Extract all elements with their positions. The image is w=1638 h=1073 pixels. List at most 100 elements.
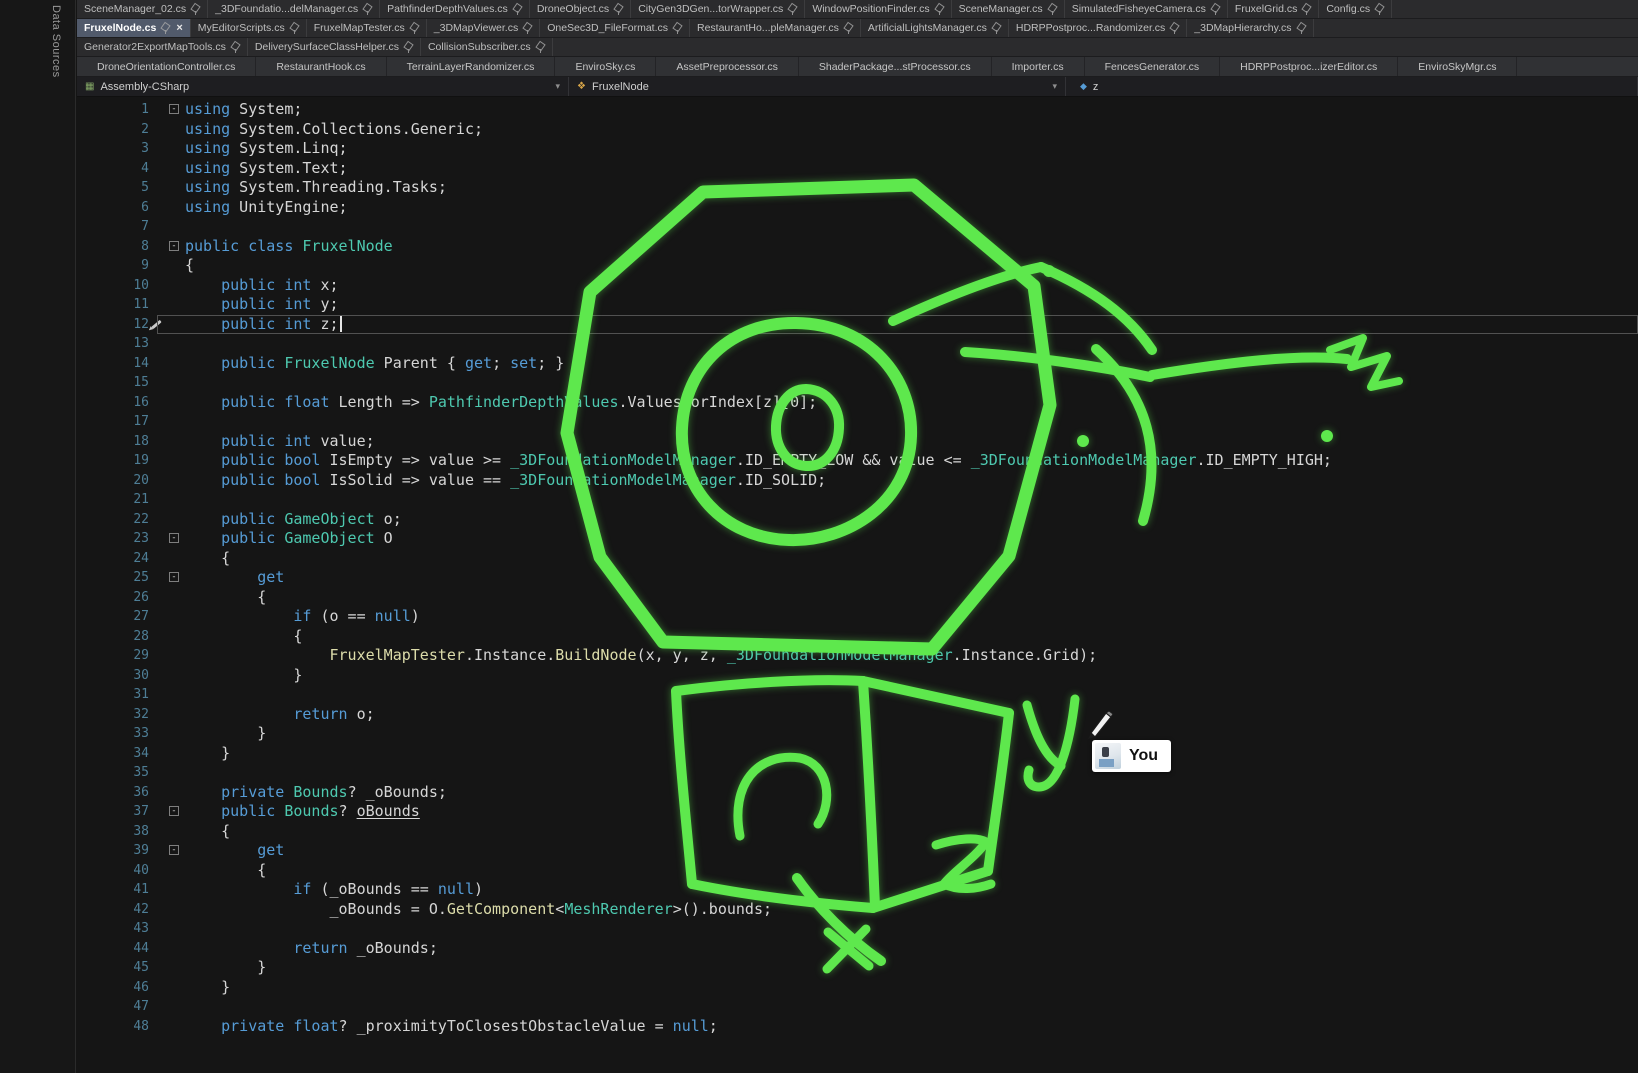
member-name: z: [1093, 81, 1099, 93]
pin-icon[interactable]: [935, 3, 944, 15]
tab-TerrainLayerRandomizer.cs[interactable]: TerrainLayerRandomizer.cs: [387, 57, 556, 76]
member-dropdown[interactable]: ◆ z: [1066, 77, 1638, 96]
code-editor[interactable]: 1-using System;2using System.Collections…: [77, 97, 1638, 1073]
code-line-16: 16 public float Length => PathfinderDept…: [77, 393, 1638, 413]
fold-column: [163, 724, 179, 744]
pin-icon[interactable]: [1048, 3, 1057, 15]
tab-_3DMapViewer.cs[interactable]: _3DMapViewer.cs: [427, 19, 540, 37]
code-line-26: 26 {: [77, 588, 1638, 608]
text-caret: [340, 316, 342, 332]
fold-collapse-icon[interactable]: -: [169, 241, 179, 251]
tab-PathfinderDepthValues.cs[interactable]: PathfinderDepthValues.cs: [380, 0, 530, 18]
fold-collapse-icon[interactable]: -: [169, 845, 179, 855]
line-number: 34: [77, 744, 163, 764]
tab-EnviroSky.cs[interactable]: EnviroSky.cs: [555, 57, 656, 76]
tab-DeliverySurfaceClassHelper.cs[interactable]: DeliverySurfaceClassHelper.cs: [248, 38, 421, 56]
close-icon[interactable]: ×: [175, 22, 182, 34]
pin-icon[interactable]: [788, 3, 797, 15]
tab-CollisionSubscriber.cs[interactable]: CollisionSubscriber.cs: [421, 38, 553, 56]
line-number: 44: [77, 939, 163, 959]
code-line-37: 37- public Bounds? oBounds: [77, 802, 1638, 822]
tab-RestaurantHook.cs[interactable]: RestaurantHook.cs: [256, 57, 386, 76]
pin-icon[interactable]: [1170, 22, 1179, 34]
fold-column: [163, 256, 179, 276]
code-text: [179, 412, 185, 432]
line-number: 16: [77, 393, 163, 413]
code-text: public int z;: [179, 315, 342, 335]
pin-icon[interactable]: [191, 3, 200, 15]
pin-icon[interactable]: [614, 3, 623, 15]
tab-_3DMapHierarchy.cs[interactable]: _3DMapHierarchy.cs: [1187, 19, 1313, 37]
code-text: {: [179, 549, 230, 569]
tab-ArtificialLightsManager.cs[interactable]: ArtificialLightsManager.cs: [861, 19, 1009, 37]
code-line-31: 31: [77, 685, 1638, 705]
data-sources-tab[interactable]: Data Sources: [50, 5, 62, 78]
fold-collapse-icon[interactable]: -: [169, 572, 179, 582]
tab-_3DFoundatio...delManager.cs[interactable]: _3DFoundatio...delManager.cs: [208, 0, 380, 18]
line-number: 10: [77, 276, 163, 296]
tab-row: SceneManager_02.cs_3DFoundatio...delMana…: [77, 0, 1638, 19]
project-dropdown[interactable]: ▦ Assembly-CSharp ▾: [77, 77, 569, 96]
fold-column: [163, 432, 179, 452]
code-text: using System.Text;: [179, 159, 348, 179]
pin-icon[interactable]: [536, 41, 545, 53]
pin-icon[interactable]: [290, 22, 299, 34]
you-avatar-image: [1095, 743, 1121, 769]
tab-CityGen3DGen...torWrapper.cs[interactable]: CityGen3DGen...torWrapper.cs: [631, 0, 805, 18]
tab-AssetPreprocessor.cs[interactable]: AssetPreprocessor.cs: [656, 57, 799, 76]
tab-ShaderPackage...stProcessor.cs[interactable]: ShaderPackage...stProcessor.cs: [799, 57, 992, 76]
tab-DroneOrientationController.cs[interactable]: DroneOrientationController.cs: [77, 57, 256, 76]
code-line-40: 40 {: [77, 861, 1638, 881]
line-number: 4: [77, 159, 163, 179]
line-number: 22: [77, 510, 163, 530]
pin-icon[interactable]: [161, 22, 170, 34]
line-number: 31: [77, 685, 163, 705]
pin-icon[interactable]: [231, 41, 240, 53]
pin-icon[interactable]: [410, 22, 419, 34]
fold-collapse-icon[interactable]: -: [169, 533, 179, 543]
tab-Importer.cs[interactable]: Importer.cs: [992, 57, 1085, 76]
code-text: using System.Linq;: [179, 139, 348, 159]
pin-icon[interactable]: [1297, 22, 1306, 34]
fold-collapse-icon[interactable]: -: [169, 806, 179, 816]
tab-OneSec3D_FileFormat.cs[interactable]: OneSec3D_FileFormat.cs: [540, 19, 690, 37]
chevron-down-icon[interactable]: ▾: [555, 81, 560, 92]
tab-SceneManager_02.cs[interactable]: SceneManager_02.cs: [77, 0, 208, 18]
tab-Generator2ExportMapTools.cs[interactable]: Generator2ExportMapTools.cs: [77, 38, 248, 56]
tab-EnviroSkyMgr.cs[interactable]: EnviroSkyMgr.cs: [1398, 57, 1517, 76]
tab-Config.cs[interactable]: Config.cs: [1319, 0, 1392, 18]
pin-icon[interactable]: [363, 3, 372, 15]
tab-HDRPPostproc...izerEditor.cs[interactable]: HDRPPostproc...izerEditor.cs: [1220, 57, 1398, 76]
code-line-2: 2using System.Collections.Generic;: [77, 120, 1638, 140]
pin-icon[interactable]: [1211, 3, 1220, 15]
tab-FruxelNode.cs[interactable]: FruxelNode.cs×: [77, 19, 191, 37]
tab-SceneManager.cs[interactable]: SceneManager.cs: [952, 0, 1065, 18]
pin-icon[interactable]: [673, 22, 682, 34]
pin-icon[interactable]: [844, 22, 853, 34]
code-text: [179, 373, 185, 393]
tab-SimulatedFisheyeCamera.cs[interactable]: SimulatedFisheyeCamera.cs: [1065, 0, 1228, 18]
tab-DroneObject.cs[interactable]: DroneObject.cs: [530, 0, 631, 18]
pin-icon[interactable]: [992, 22, 1001, 34]
tab-FencesGenerator.cs[interactable]: FencesGenerator.cs: [1085, 57, 1221, 76]
pin-icon[interactable]: [1375, 3, 1384, 15]
code-line-18: 18 public int value;: [77, 432, 1638, 452]
tab-MyEditorScripts.cs[interactable]: MyEditorScripts.cs: [191, 19, 307, 37]
tab-WindowPositionFinder.cs[interactable]: WindowPositionFinder.cs: [805, 0, 951, 18]
tab-RestaurantHo...pleManager.cs[interactable]: RestaurantHo...pleManager.cs: [690, 19, 861, 37]
fold-collapse-icon[interactable]: -: [169, 104, 179, 114]
class-name: FruxelNode: [592, 81, 649, 93]
pin-icon[interactable]: [1302, 3, 1311, 15]
tab-HDRPPostproc...Randomizer.cs[interactable]: HDRPPostproc...Randomizer.cs: [1009, 19, 1187, 37]
code-line-36: 36 private Bounds? _oBounds;: [77, 783, 1638, 803]
pin-icon[interactable]: [523, 22, 532, 34]
code-line-14: 14 public FruxelNode Parent { get; set; …: [77, 354, 1638, 374]
pin-icon[interactable]: [404, 41, 413, 53]
tab-label: FencesGenerator.cs: [1105, 61, 1200, 73]
tab-FruxelMapTester.cs[interactable]: FruxelMapTester.cs: [307, 19, 427, 37]
tab-FruxelGrid.cs[interactable]: FruxelGrid.cs: [1228, 0, 1319, 18]
class-dropdown[interactable]: ❖ FruxelNode ▾: [569, 77, 1066, 96]
chevron-down-icon[interactable]: ▾: [1052, 81, 1057, 92]
fold-column: [163, 471, 179, 491]
pin-icon[interactable]: [513, 3, 522, 15]
